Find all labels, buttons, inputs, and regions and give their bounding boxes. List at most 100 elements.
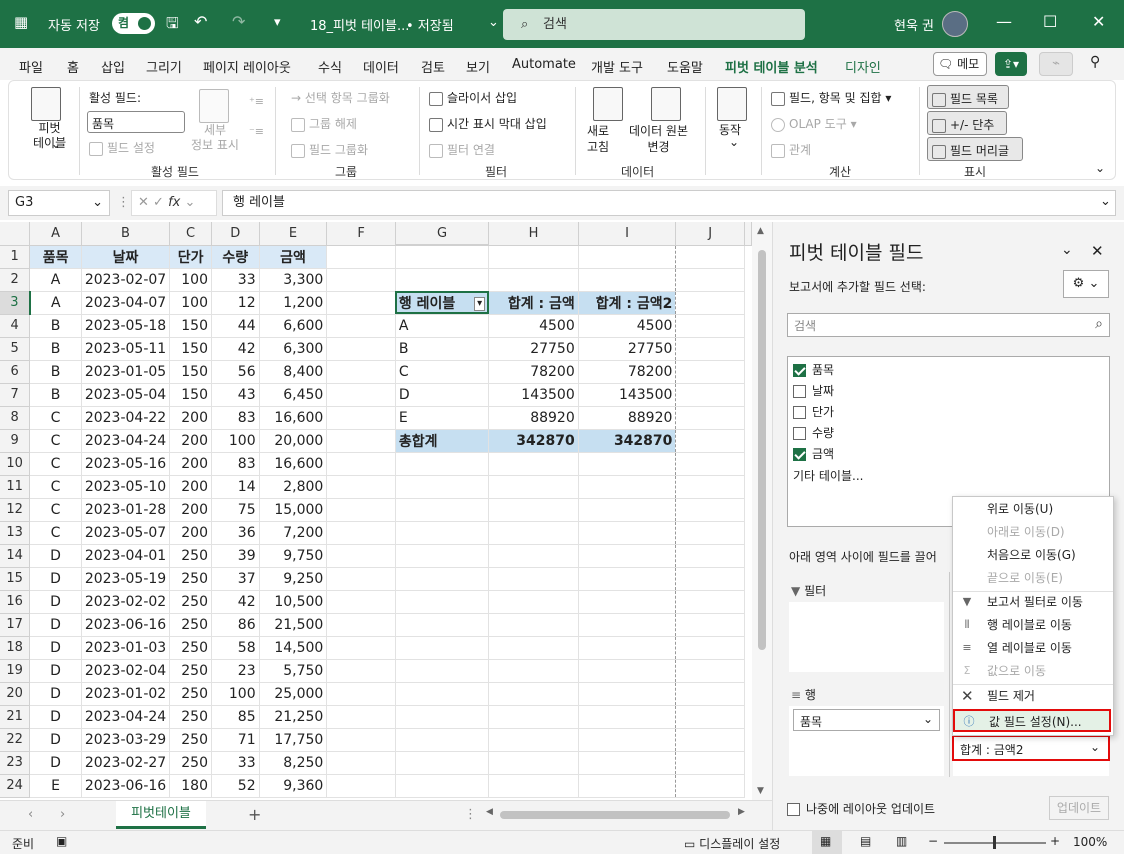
tab-help[interactable]: 도움말 (667, 57, 703, 76)
cell[interactable]: A (29, 268, 82, 292)
cell[interactable]: D (29, 613, 82, 637)
cell[interactable]: 16,600 (259, 452, 328, 476)
menu-item-move-up[interactable]: 위로 이동(U) (953, 498, 1113, 521)
cell[interactable] (578, 682, 677, 706)
scroll-up-icon[interactable]: ▲ (757, 226, 764, 236)
cell[interactable] (578, 245, 677, 269)
cell[interactable]: 100 (169, 291, 212, 315)
cell[interactable] (675, 567, 745, 591)
cell[interactable] (488, 544, 579, 568)
cell[interactable] (326, 337, 396, 361)
scroll-thumb[interactable] (500, 811, 730, 819)
cell[interactable] (488, 728, 579, 752)
cell[interactable]: 17,750 (259, 728, 328, 752)
cell[interactable]: 88920 (578, 406, 677, 430)
sheet-tab[interactable]: 피벗테이블 (116, 801, 206, 829)
cell[interactable]: D (395, 383, 490, 407)
cell[interactable] (326, 452, 396, 476)
menu-item-move-to-values[interactable]: Σ 값으로 이동 (953, 660, 1113, 683)
zoom-out-icon[interactable]: − (928, 834, 938, 848)
cell[interactable]: 2023-03-29 (81, 728, 171, 752)
cell[interactable] (395, 498, 490, 522)
tab-data[interactable]: 데이터 (363, 57, 399, 76)
cell[interactable] (326, 544, 396, 568)
cell[interactable] (675, 613, 745, 637)
row-header[interactable]: 17 (0, 613, 31, 637)
menu-item-remove-field[interactable]: ✕ 필드 제거 (953, 685, 1113, 708)
row-header[interactable]: 22 (0, 728, 31, 752)
row-header[interactable]: 23 (0, 751, 31, 775)
user-name[interactable]: 현욱 권 (894, 15, 934, 34)
menu-item-move-to-rows[interactable]: ⦀ 행 레이블로 이동 (953, 614, 1113, 637)
cell[interactable] (395, 475, 490, 499)
cell[interactable] (326, 774, 396, 798)
cell[interactable] (326, 475, 396, 499)
cell[interactable] (578, 475, 677, 499)
value-field-item[interactable]: 합계 : 금액2 ⌄ (952, 735, 1110, 761)
cell[interactable]: 2023-05-10 (81, 475, 171, 499)
cell[interactable] (395, 452, 490, 476)
cell[interactable] (488, 682, 579, 706)
change-source-button[interactable]: 데이터 원본 변경 (629, 123, 688, 155)
cell[interactable]: D (29, 751, 82, 775)
cell[interactable]: 100 (211, 429, 260, 453)
cell[interactable]: 200 (169, 498, 212, 522)
cell[interactable] (395, 751, 490, 775)
cell[interactable] (675, 751, 745, 775)
catch-up-button[interactable]: ⌁ (1039, 52, 1073, 76)
cell[interactable] (578, 521, 677, 545)
cell[interactable] (488, 590, 579, 614)
cell[interactable]: 71 (211, 728, 260, 752)
cell[interactable] (326, 567, 396, 591)
cell[interactable] (395, 590, 490, 614)
cell[interactable]: 342870 (578, 428, 677, 453)
cell[interactable]: 5,750 (259, 659, 328, 683)
cell[interactable]: 단가 (169, 245, 212, 269)
prev-sheet-icon[interactable]: ‹ (28, 807, 33, 822)
cell[interactable]: 250 (169, 682, 212, 706)
cell[interactable]: 200 (169, 429, 212, 453)
chevron-down-icon[interactable]: ⌄ (488, 15, 499, 30)
tab-review[interactable]: 검토 (421, 57, 445, 76)
drill-down-button[interactable]: 세부 정보 표시 (191, 123, 239, 153)
cell[interactable]: D (29, 728, 82, 752)
cell[interactable]: 2023-05-11 (81, 337, 171, 361)
cell[interactable] (395, 521, 490, 545)
cell[interactable]: 150 (169, 314, 212, 338)
save-icon[interactable]: 🖫 (166, 13, 179, 38)
cell[interactable]: 250 (169, 590, 212, 614)
cell[interactable] (675, 406, 745, 430)
column-header-C[interactable]: C (169, 222, 212, 246)
cell[interactable] (488, 659, 579, 683)
cell[interactable]: 4500 (578, 314, 677, 338)
cell[interactable] (395, 705, 490, 729)
cell[interactable]: 44 (211, 314, 260, 338)
field-item-amount[interactable]: 금액 (793, 445, 834, 462)
cell[interactable]: 2023-05-18 (81, 314, 171, 338)
checkbox[interactable] (793, 385, 806, 398)
cell[interactable]: 200 (169, 475, 212, 499)
cell[interactable]: 75 (211, 498, 260, 522)
row-header[interactable]: 2 (0, 268, 31, 292)
cell[interactable]: 36 (211, 521, 260, 545)
cell[interactable]: 14 (211, 475, 260, 499)
cell[interactable] (675, 705, 745, 729)
undo-icon[interactable]: ↶ (194, 12, 207, 31)
next-sheet-icon[interactable]: › (60, 807, 65, 822)
cell[interactable]: 83 (211, 452, 260, 476)
tab-draw[interactable]: 그리기 (146, 57, 182, 76)
cell[interactable]: B (29, 383, 82, 407)
cell[interactable]: B (29, 337, 82, 361)
cell[interactable]: 2023-05-16 (81, 452, 171, 476)
fields-items-sets-button[interactable]: 필드, 항목 및 집합 ▾ (771, 89, 891, 106)
zoom-slider-handle[interactable] (993, 836, 996, 849)
cell[interactable] (675, 268, 745, 292)
tab-pivottable-analyze[interactable]: 피벗 테이블 분석 (725, 57, 818, 84)
cell[interactable]: C (29, 429, 82, 453)
cell-table[interactable]: A B C D E F G H I J 1 품목 날짜 단가 수량 금액 2 A 2023-02-07 100 33 3,… (0, 222, 752, 798)
cell[interactable]: 2023-01-28 (81, 498, 171, 522)
cell[interactable] (395, 682, 490, 706)
cell[interactable] (578, 705, 677, 729)
filters-area[interactable] (789, 602, 944, 672)
cell[interactable]: 33 (211, 751, 260, 775)
